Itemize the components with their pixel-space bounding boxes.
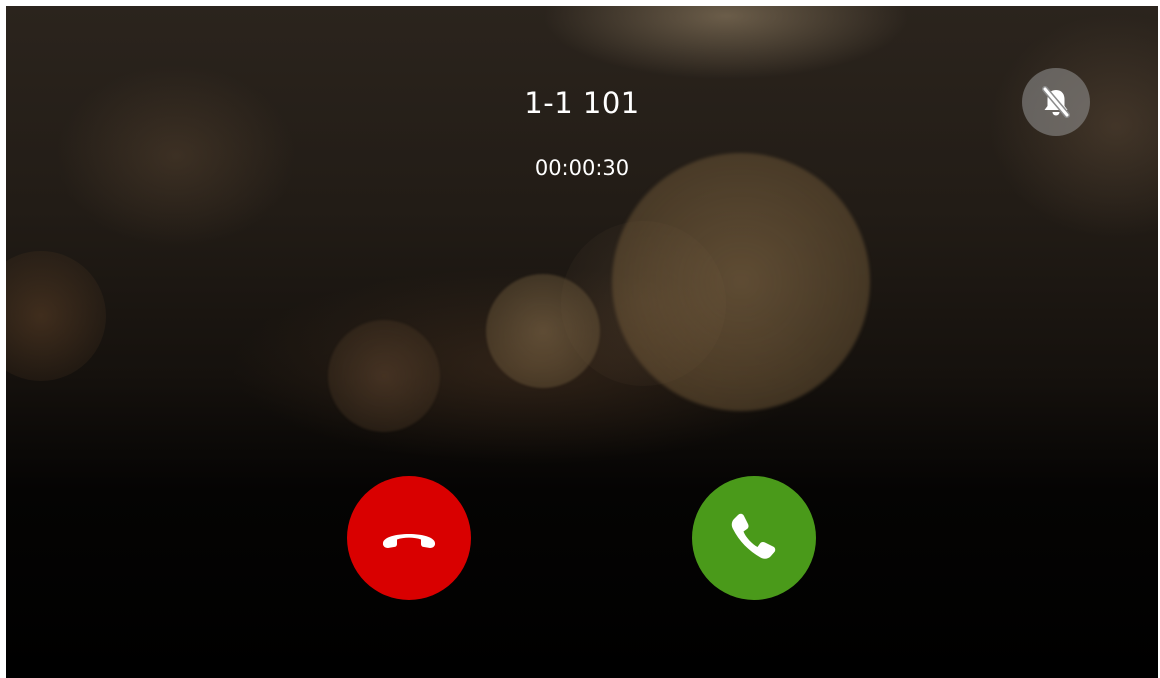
bell-off-icon xyxy=(1042,86,1070,118)
call-timer: 00:00:30 xyxy=(534,156,630,180)
phone-icon xyxy=(731,513,776,559)
answer-call-button[interactable] xyxy=(692,476,816,600)
background-bokeh xyxy=(486,274,600,388)
mute-ringtone-button[interactable] xyxy=(1022,68,1090,136)
hang-up-icon xyxy=(382,534,436,548)
background-bokeh xyxy=(6,251,106,381)
incoming-call-screen: 1-1 101 00:00:30 xyxy=(6,6,1158,678)
background-bokeh xyxy=(328,320,440,432)
decline-call-button[interactable] xyxy=(347,476,471,600)
caller-name: 1-1 101 xyxy=(524,86,640,120)
background-bokeh xyxy=(612,153,870,411)
